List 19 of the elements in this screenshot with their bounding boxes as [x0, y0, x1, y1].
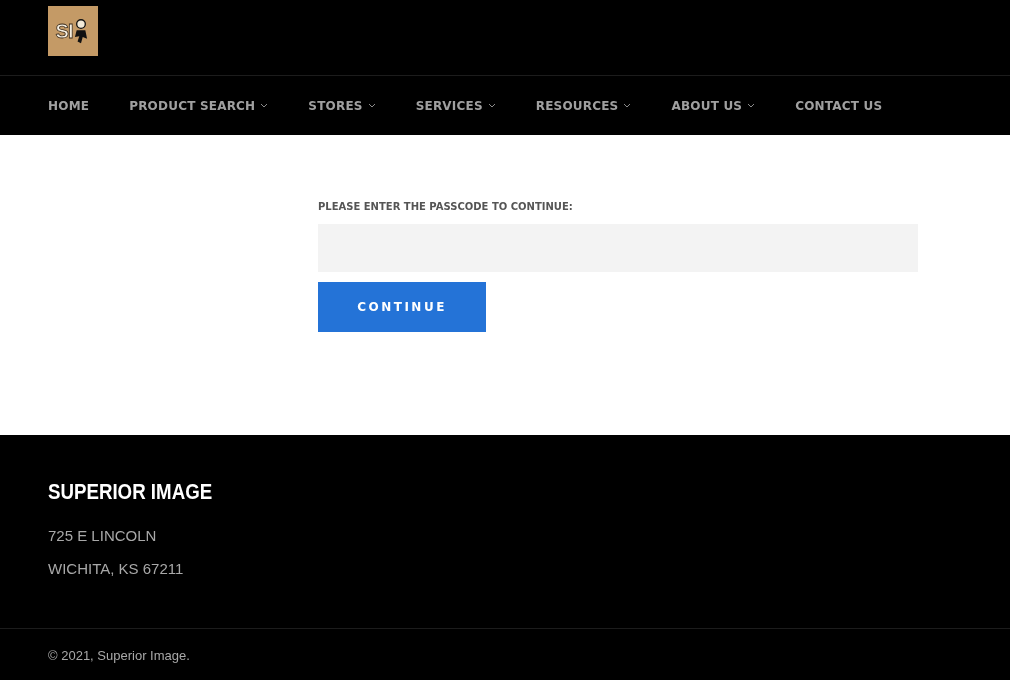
- chevron-down-icon: [260, 103, 269, 108]
- chevron-down-icon: [747, 103, 756, 108]
- nav-link[interactable]: HOME: [48, 98, 90, 113]
- nav-link[interactable]: STORES: [308, 98, 376, 113]
- footer-title: SUPERIOR IMAGE: [48, 479, 214, 505]
- nav-link[interactable]: PRODUCT SEARCH: [129, 98, 269, 113]
- copyright-text: © 2021, Superior Image.: [48, 648, 190, 663]
- chevron-down-icon: [487, 103, 496, 108]
- nav-link[interactable]: SERVICES: [415, 98, 496, 113]
- nav-link[interactable]: RESOURCES: [535, 98, 632, 113]
- address-line: WICHITA, KS 67211: [48, 559, 185, 579]
- chevron-down-icon: [623, 103, 632, 108]
- logo-text: SI: [55, 19, 73, 43]
- address-line: 725 E LINCOLN: [48, 526, 158, 546]
- chevron-down-icon: [367, 103, 376, 108]
- passcode-label: PLEASE ENTER THE PASSCODE TO CONTINUE:: [318, 201, 573, 212]
- nav-link[interactable]: CONTACT US: [795, 98, 883, 113]
- continue-button[interactable]: CONTINUE: [318, 282, 486, 332]
- nav-link[interactable]: ABOUT US: [671, 98, 756, 113]
